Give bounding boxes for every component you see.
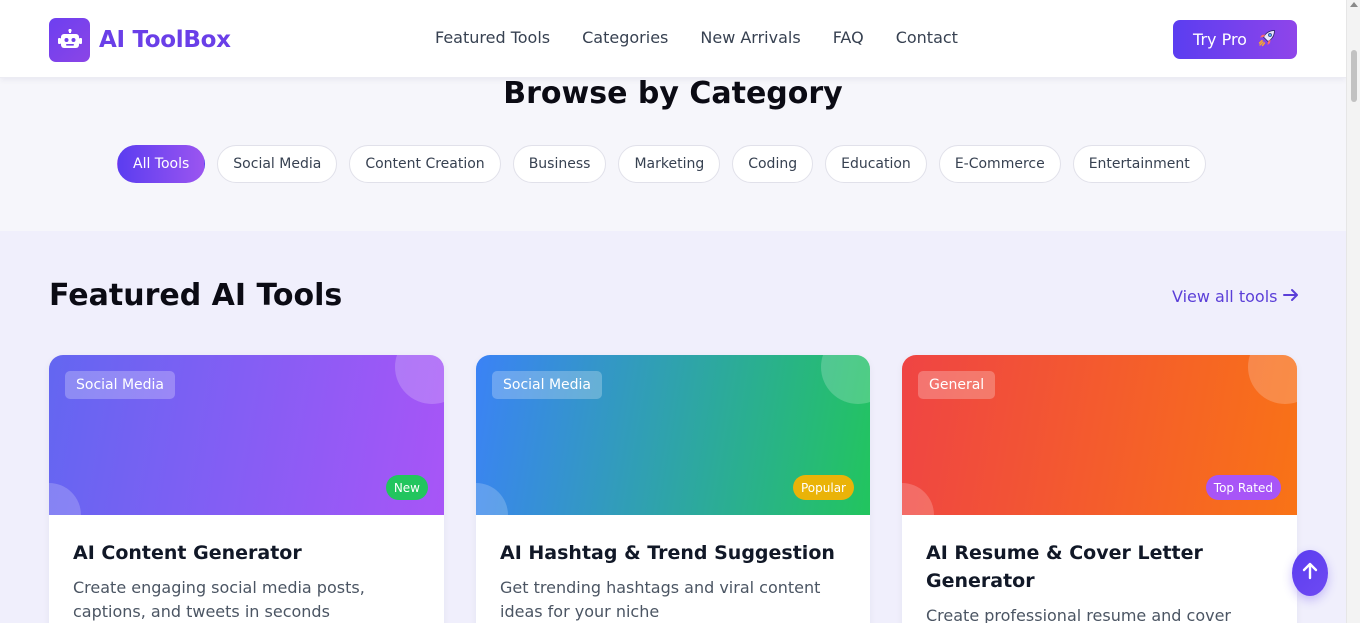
brand-name: AI ToolBox bbox=[99, 27, 231, 53]
tool-card[interactable]: Social Media New AI Content Generator Cr… bbox=[49, 355, 444, 623]
featured-section: Featured AI Tools View all tools Social … bbox=[0, 231, 1346, 623]
category-pill-social-media[interactable]: Social Media bbox=[217, 145, 338, 183]
main-nav: Featured Tools Categories New Arrivals F… bbox=[435, 28, 990, 47]
view-all-tools-label: View all tools bbox=[1172, 287, 1278, 306]
category-pills: All Tools Social Media Content Creation … bbox=[117, 145, 1218, 183]
category-pill-content-creation[interactable]: Content Creation bbox=[349, 145, 501, 183]
category-pill-e-commerce[interactable]: E-Commerce bbox=[938, 145, 1061, 183]
category-pill-entertainment[interactable]: Entertainment bbox=[1072, 145, 1206, 183]
brand[interactable]: AI ToolBox bbox=[49, 18, 231, 62]
page-viewport: Browse by Category All Tools Social Medi… bbox=[0, 0, 1346, 623]
card-description: Get trending hashtags and viral content … bbox=[500, 578, 821, 621]
top-navbar: AI ToolBox Featured Tools Categories New… bbox=[0, 0, 1346, 78]
nav-link-new-arrivals[interactable]: New Arrivals bbox=[700, 28, 800, 47]
scroll-to-top-button[interactable] bbox=[1292, 550, 1328, 596]
try-pro-button[interactable]: Try Pro bbox=[1173, 20, 1297, 59]
arrow-up-icon bbox=[1302, 562, 1318, 584]
try-pro-label: Try Pro bbox=[1193, 30, 1247, 49]
category-pill-all-tools[interactable]: All Tools bbox=[117, 145, 206, 183]
robot-icon bbox=[49, 18, 90, 62]
nav-link-featured-tools[interactable]: Featured Tools bbox=[435, 28, 550, 47]
scrollbar-thumb[interactable] bbox=[1351, 50, 1357, 102]
rocket-icon bbox=[1257, 28, 1277, 52]
card-category-tag: General bbox=[918, 371, 996, 399]
category-section-title: Browse by Category bbox=[503, 76, 843, 111]
card-status-badge: Top Rated bbox=[1205, 475, 1281, 500]
card-category-tag: Social Media bbox=[65, 371, 176, 399]
card-status-badge: New bbox=[385, 475, 428, 500]
card-description: Create professional resume and cover let… bbox=[926, 606, 1232, 623]
card-title: AI Hashtag & Trend Suggestion bbox=[500, 542, 835, 564]
featured-section-title: Featured AI Tools bbox=[49, 278, 343, 313]
card-banner: Social Media New bbox=[49, 355, 444, 515]
view-all-tools-link[interactable]: View all tools bbox=[1172, 287, 1299, 306]
category-pill-business[interactable]: Business bbox=[512, 145, 607, 183]
card-status-badge: Popular bbox=[793, 475, 854, 500]
tool-card[interactable]: General Top Rated AI Resume & Cover Lett… bbox=[902, 355, 1297, 623]
page-scrollbar[interactable] bbox=[1346, 0, 1360, 623]
category-pill-education[interactable]: Education bbox=[825, 145, 927, 183]
card-category-tag: Social Media bbox=[492, 371, 603, 399]
nav-link-contact[interactable]: Contact bbox=[896, 28, 958, 47]
category-pill-marketing[interactable]: Marketing bbox=[618, 145, 721, 183]
card-title: AI Content Generator bbox=[73, 542, 302, 564]
category-pill-coding[interactable]: Coding bbox=[732, 145, 814, 183]
nav-link-categories[interactable]: Categories bbox=[582, 28, 668, 47]
nav-link-faq[interactable]: FAQ bbox=[833, 28, 864, 47]
arrow-right-icon bbox=[1283, 287, 1299, 306]
card-banner: General Top Rated bbox=[902, 355, 1297, 515]
tool-card[interactable]: Social Media Popular AI Hashtag & Trend … bbox=[476, 355, 870, 623]
card-banner: Social Media Popular bbox=[476, 355, 870, 515]
scroll-up-arrow-icon[interactable] bbox=[1350, 2, 1358, 7]
card-description: Create engaging social media posts, capt… bbox=[73, 578, 365, 621]
card-title: AI Resume & Cover Letter Generator bbox=[926, 542, 1203, 592]
